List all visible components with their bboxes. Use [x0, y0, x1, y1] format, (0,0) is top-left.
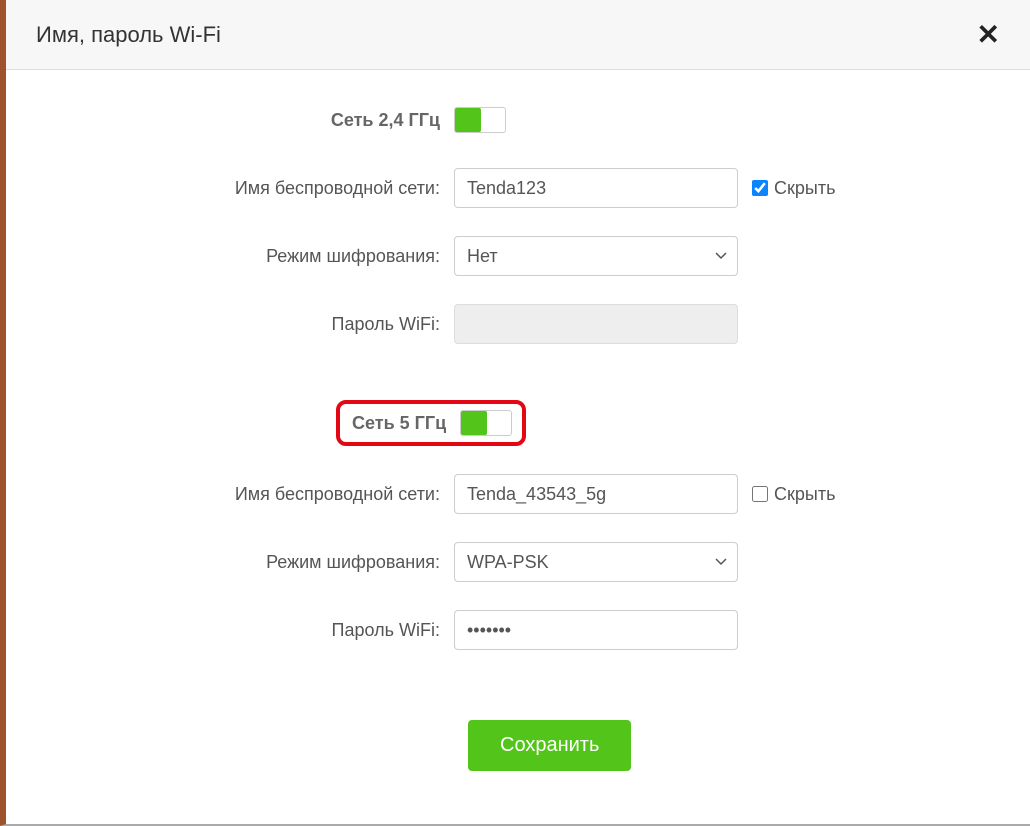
band5-password-input[interactable]	[454, 610, 738, 650]
band24-encryption-row: Режим шифрования: Нет	[26, 236, 1010, 276]
toggle-knob-icon	[461, 411, 487, 435]
band24-encryption-select[interactable]: Нет	[454, 236, 738, 276]
band5-encryption-row: Режим шифрования: WPA-PSK	[26, 542, 1010, 582]
band24-ssid-input[interactable]	[454, 168, 738, 208]
band24-header-row: Сеть 2,4 ГГц	[26, 100, 1010, 140]
band5-header-row: Сеть 5 ГГц	[26, 400, 1010, 446]
band5-encryption-select[interactable]: WPA-PSK	[454, 542, 738, 582]
band5-ssid-label: Имя беспроводной сети:	[26, 484, 454, 505]
toggle-knob-icon	[455, 108, 481, 132]
band24-hide-group[interactable]: Скрыть	[752, 178, 835, 199]
modal-title: Имя, пароль Wi-Fi	[36, 22, 221, 48]
band24-password-label: Пароль WiFi:	[26, 314, 454, 335]
band24-hide-label: Скрыть	[774, 178, 835, 199]
band24-password-input	[454, 304, 738, 344]
band24-ssid-label: Имя беспроводной сети:	[26, 178, 454, 199]
band24-password-row: Пароль WiFi:	[26, 304, 1010, 344]
modal-body: Сеть 2,4 ГГц Имя беспроводной сети: Скры…	[6, 70, 1030, 811]
save-row: Сохранить	[26, 720, 1010, 771]
band24-section-label: Сеть 2,4 ГГц	[26, 110, 454, 131]
close-icon[interactable]: ✕	[977, 18, 1000, 51]
save-button[interactable]: Сохранить	[468, 720, 631, 771]
band5-hide-group[interactable]: Скрыть	[752, 484, 835, 505]
band24-ssid-row: Имя беспроводной сети: Скрыть	[26, 168, 1010, 208]
band24-hide-checkbox[interactable]	[752, 180, 768, 196]
band24-toggle[interactable]	[454, 107, 506, 133]
band5-toggle[interactable]	[460, 410, 512, 436]
band5-password-label: Пароль WiFi:	[26, 620, 454, 641]
band5-password-row: Пароль WiFi:	[26, 610, 1010, 650]
band5-ssid-row: Имя беспроводной сети: Скрыть	[26, 474, 1010, 514]
band5-ssid-input[interactable]	[454, 474, 738, 514]
band5-hide-checkbox[interactable]	[752, 486, 768, 502]
band5-highlight-box: Сеть 5 ГГц	[336, 400, 526, 446]
band24-encryption-label: Режим шифрования:	[26, 246, 454, 267]
band5-hide-label: Скрыть	[774, 484, 835, 505]
band5-section-label: Сеть 5 ГГц	[346, 413, 446, 434]
modal-header: Имя, пароль Wi-Fi ✕	[6, 0, 1030, 70]
band5-encryption-label: Режим шифрования:	[26, 552, 454, 573]
